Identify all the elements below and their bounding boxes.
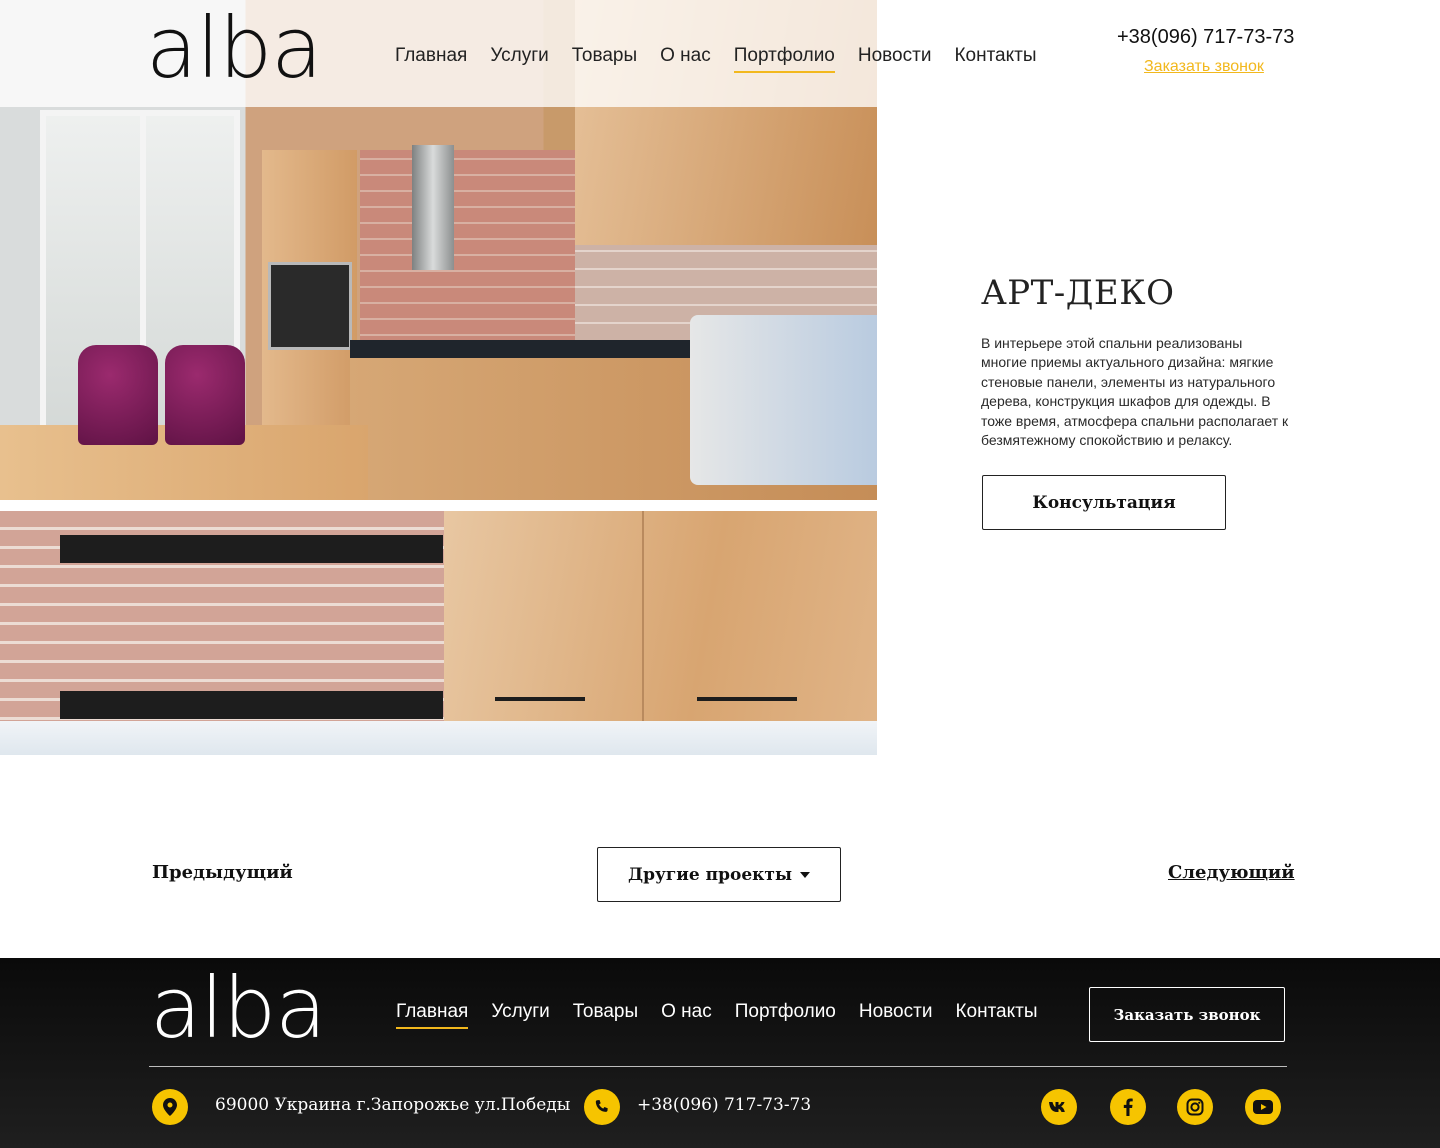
youtube-icon[interactable] <box>1245 1089 1281 1125</box>
footer-address: 69000 Украина г.Запорожье ул.Победы <box>215 1095 571 1115</box>
footer-nav-item-news[interactable]: Новости <box>859 1001 933 1029</box>
logo[interactable]: alba <box>146 6 323 90</box>
footer-divider <box>149 1066 1287 1067</box>
nav-item-home[interactable]: Главная <box>395 45 467 73</box>
project-description: В интерьере этой спальни реализованы мно… <box>981 335 1289 449</box>
caret-down-icon <box>799 871 810 878</box>
nav-item-news[interactable]: Новости <box>858 45 932 73</box>
nav-item-contacts[interactable]: Контакты <box>954 45 1036 73</box>
footer-nav-item-products[interactable]: Товары <box>573 1001 638 1029</box>
phone-icon <box>584 1089 620 1125</box>
location-pin-icon <box>152 1089 188 1125</box>
photo-chair <box>165 345 245 445</box>
nav-item-about[interactable]: О нас <box>660 45 711 73</box>
footer-nav-item-services[interactable]: Услуги <box>491 1001 549 1029</box>
footer-callback-label: Заказать звонок <box>1113 1005 1261 1024</box>
next-project-link[interactable]: Следующий <box>1168 862 1295 883</box>
other-projects-dropdown[interactable]: Другие проекты <box>597 847 841 902</box>
photo-under-light <box>0 721 877 755</box>
photo-brick-wall <box>360 150 580 350</box>
header-phone[interactable]: +38(096) 717-73-73 <box>1117 26 1294 49</box>
footer-callback-button[interactable]: Заказать звонок <box>1089 987 1285 1042</box>
footer-nav-item-about[interactable]: О нас <box>661 1001 712 1029</box>
nav-item-products[interactable]: Товары <box>572 45 637 73</box>
facebook-icon[interactable] <box>1110 1089 1146 1125</box>
vk-icon[interactable] <box>1041 1089 1077 1125</box>
photo-hood <box>412 145 454 270</box>
footer-phone[interactable]: +38(096) 717-73-73 <box>637 1095 811 1115</box>
callback-link[interactable]: Заказать звонок <box>1144 58 1264 76</box>
footer-nav: Главная Услуги Товары О нас Портфолио Но… <box>396 1001 1038 1029</box>
photo-chair <box>78 345 158 445</box>
consultation-button[interactable]: Консультация <box>982 475 1226 530</box>
photo-shelf <box>60 691 443 719</box>
other-projects-label: Другие проекты <box>628 864 792 885</box>
photo-handle <box>697 697 797 701</box>
main-nav: Главная Услуги Товары О нас Портфолио Но… <box>395 45 1037 73</box>
nav-item-portfolio[interactable]: Портфолио <box>733 45 835 73</box>
photo-oven <box>268 262 352 350</box>
photo-wood-cabinets <box>444 511 877 721</box>
footer-nav-item-portfolio[interactable]: Портфолио <box>735 1001 836 1029</box>
prev-project-link[interactable]: Предыдущий <box>152 862 293 883</box>
photo-handle <box>495 697 585 701</box>
photo-coffee-machine <box>690 315 877 485</box>
footer-nav-item-contacts[interactable]: Контакты <box>955 1001 1037 1029</box>
nav-item-services[interactable]: Услуги <box>490 45 548 73</box>
footer-nav-item-home[interactable]: Главная <box>396 1001 469 1029</box>
instagram-icon[interactable] <box>1177 1089 1213 1125</box>
footer-logo[interactable]: alba <box>150 966 327 1050</box>
consultation-button-label: Консультация <box>1032 492 1176 513</box>
project-photo-secondary <box>0 511 877 755</box>
photo-shelf <box>60 535 443 563</box>
project-title: АРТ-ДЕКО <box>981 273 1175 313</box>
